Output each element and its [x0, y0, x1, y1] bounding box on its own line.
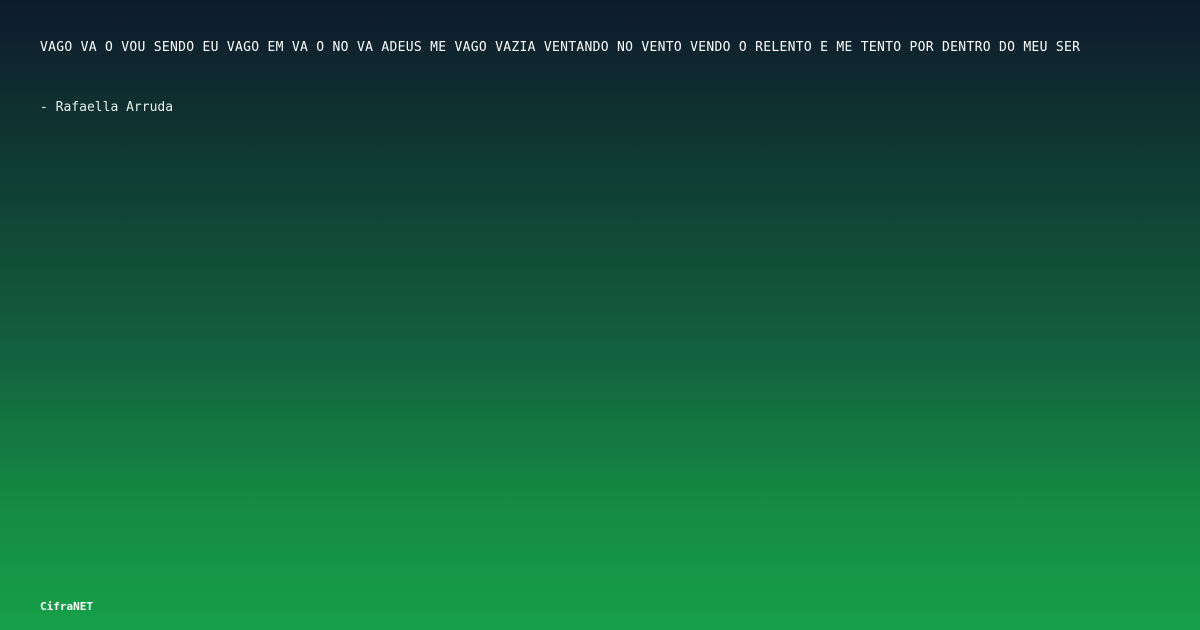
quote-author: - Rafaella Arruda	[40, 100, 174, 115]
quote-text: VAGO VÃ O VOU SENDO EU VAGO EM VÃ O NO V…	[40, 40, 1081, 55]
brand-logo-text: CifraNET	[40, 600, 93, 613]
